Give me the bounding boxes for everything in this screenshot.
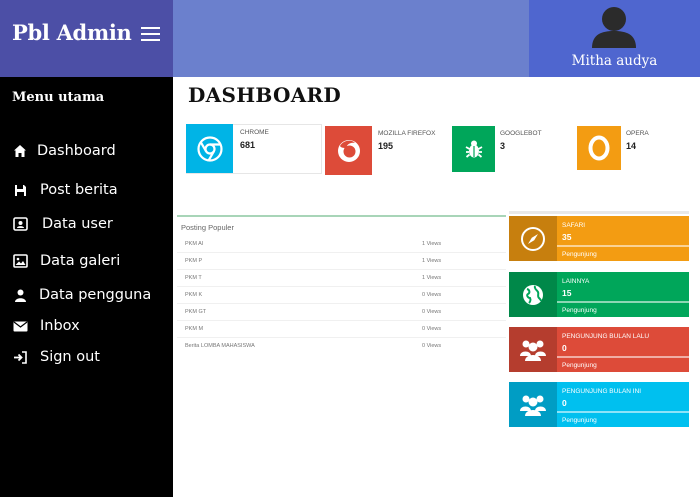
post-views: 0 Views [422,326,442,332]
bug-icon [452,126,495,172]
browser-stat-googlebot: GOOGLEBOT 3 [452,126,572,176]
sidebar-item-inbox[interactable]: Inbox [12,314,80,338]
compass-icon [509,216,557,261]
post-views: 0 Views [422,292,442,298]
top-navbar [173,0,529,77]
sidebar: Menu utama Dashboard Post berita Data us… [0,77,173,497]
sign-out-icon [12,349,28,365]
post-title[interactable]: Berita LOMBA MAHASISWA [185,343,255,349]
users-icon [509,382,557,427]
hamburger-icon[interactable] [141,27,160,41]
info-box-safari: SAFARI 35 Pengunjung [509,216,689,261]
sidebar-item-data-user[interactable]: Data user [12,212,113,236]
info-box-desc: Pengunjung [562,417,597,424]
post-title[interactable]: PKM M [185,326,203,332]
post-views: 0 Views [422,309,442,315]
globe-icon [509,272,557,317]
info-box-desc: Pengunjung [562,251,597,258]
opera-icon [577,126,621,170]
table-row[interactable]: PKM K 0 Views [177,287,506,304]
stat-name: CHROME [240,129,269,136]
progress-bar [557,245,689,247]
contact-card-icon [12,216,28,232]
stat-value: 195 [378,141,394,151]
post-title[interactable]: PKM K [185,292,202,298]
table-row[interactable]: PKM T 1 Views [177,270,506,287]
info-box-value: 15 [562,288,572,298]
info-box-name: LAINNYA [562,278,590,285]
post-views: 0 Views [422,343,442,349]
sidebar-item-label: Data user [42,216,113,232]
table-row[interactable]: PKM AI 1 Views [177,236,506,253]
sidebar-item-dashboard[interactable]: Dashboard [12,139,116,163]
firefox-icon [325,126,372,175]
sidebar-item-label: Data galeri [40,253,121,269]
stat-name: MOZILLA FIREFOX [378,130,436,137]
popular-posts-panel: Posting Populer PKM AI 1 Views PKM P 1 V… [177,215,506,355]
home-icon [12,143,28,159]
progress-bar [557,411,689,413]
post-views: 1 Views [422,258,442,264]
sidebar-item-data-galeri[interactable]: Data galeri [12,249,120,273]
stat-value: 14 [626,141,637,151]
table-row[interactable]: PKM GT 0 Views [177,304,506,321]
stat-value: 3 [500,141,506,151]
info-box-desc: Pengunjung [562,362,597,369]
users-icon [509,327,557,372]
sidebar-item-label: Post berita [40,182,118,198]
sidebar-item-sign-out[interactable]: Sign out [12,345,100,369]
user-profile[interactable]: Mitha audya [529,0,700,77]
sidebar-item-label: Inbox [40,318,80,334]
sidebar-item-label: Data pengguna [39,287,152,303]
info-box-value: 35 [562,232,572,242]
image-icon [12,253,28,269]
user-avatar-icon[interactable] [589,4,639,48]
info-box-lainnya: LAINNYA 15 Pengunjung [509,272,689,317]
sidebar-title: Menu utama [12,90,105,105]
info-box-bulan-ini: PENGUNJUNG BULAN INI 0 Pengunjung [509,382,689,427]
post-views: 1 Views [422,275,442,281]
popular-posts-table: PKM AI 1 Views PKM P 1 Views PKM T 1 Vie… [177,236,506,355]
page-title: DASHBOARD [188,83,342,107]
stat-name: GOOGLEBOT [500,130,542,137]
post-title[interactable]: PKM GT [185,309,206,315]
popular-posts-title: Posting Populer [181,223,234,232]
envelope-icon [12,318,28,334]
stat-name: OPERA [626,130,649,137]
brand-title[interactable]: Pbl Admin [12,20,132,45]
post-views: 1 Views [422,241,442,247]
browser-stat-firefox: MOZILLA FIREFOX 195 [325,126,445,176]
sidebar-item-post-berita[interactable]: Post berita [12,178,118,202]
table-row[interactable]: PKM P 1 Views [177,253,506,270]
sidebar-item-label: Dashboard [37,143,116,159]
stat-value: 681 [240,140,256,150]
progress-bar [557,356,689,358]
post-title[interactable]: PKM AI [185,241,203,247]
info-box-value: 0 [562,398,567,408]
info-box-name: PENGUNJUNG BULAN INI [562,388,642,395]
info-box-value: 0 [562,343,567,353]
info-box-bulan-lalu: PENGUNJUNG BULAN LALU 0 Pengunjung [509,327,689,372]
sidebar-item-label: Sign out [40,349,100,365]
table-row[interactable]: PKM M 0 Views [177,321,506,338]
save-icon [12,182,28,198]
info-box-desc: Pengunjung [562,307,597,314]
browser-stat-opera: OPERA 14 [577,126,687,176]
post-title[interactable]: PKM T [185,275,202,281]
progress-bar [557,301,689,303]
browser-stat-chrome: CHROME 681 [186,124,322,174]
user-icon [12,287,28,303]
user-name: Mitha audya [571,53,658,69]
info-box-name: PENGUNJUNG BULAN LALU [562,333,650,340]
info-panel-header [509,211,689,214]
sidebar-item-data-pengguna[interactable]: Data pengguna [12,283,151,307]
brand-bar: Pbl Admin [0,0,173,77]
table-row[interactable]: Berita LOMBA MAHASISWA 0 Views [177,338,506,355]
post-title[interactable]: PKM P [185,258,202,264]
chrome-icon [186,124,233,173]
info-box-name: SAFARI [562,222,586,229]
